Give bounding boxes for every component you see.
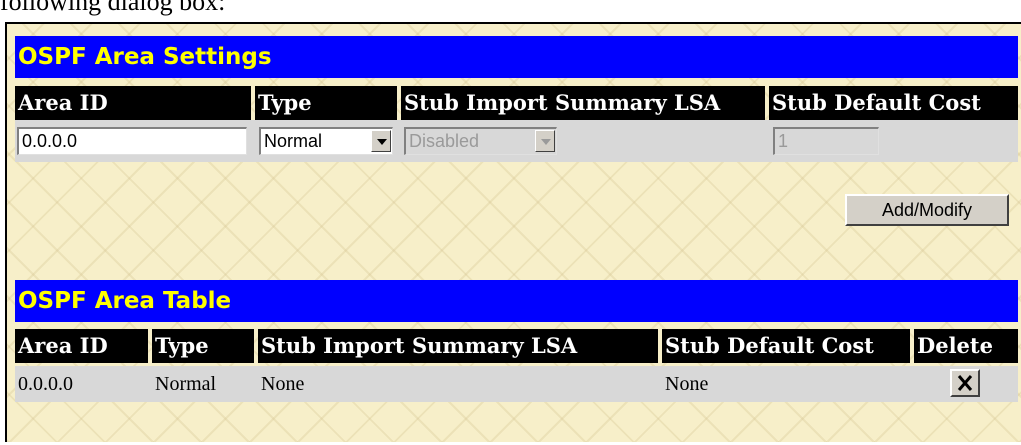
chevron-down-icon [535,130,555,152]
settings-col-type: Type [255,86,397,120]
type-select-value: Normal [264,131,323,151]
settings-title-bar: OSPF Area Settings [15,36,1018,78]
table-col-delete: Delete [914,329,1018,363]
stub-default-cost-input: 1 [773,127,879,155]
delete-button[interactable] [950,369,980,397]
row-type: Normal [155,373,217,395]
table-title: OSPF Area Table [18,288,232,314]
add-modify-button[interactable]: Add/Modify [845,194,1009,226]
row-stub-default-cost: None [665,373,709,395]
settings-col-area-id: Area ID [15,86,251,120]
table-col-type: Type [152,329,254,363]
table-title-bar: OSPF Area Table [15,280,1018,322]
stub-import-select-value: Disabled [409,131,480,151]
row-stub-import: None [261,373,305,395]
ospf-area-panel: OSPF Area Settings Area ID Type Stub Imp… [5,22,1021,442]
settings-title: OSPF Area Settings [18,44,272,70]
table-col-stub-import: Stub Import Summary LSA [258,329,658,363]
settings-col-stub-import: Stub Import Summary LSA [401,86,765,120]
settings-col-stub-default-cost: Stub Default Cost [769,86,1018,120]
table-col-stub-default-cost: Stub Default Cost [662,329,910,363]
chevron-down-icon[interactable] [371,130,391,152]
table-col-area-id: Area ID [15,329,148,363]
close-x-icon [957,375,973,391]
row-area-id: 0.0.0.0 [18,373,73,395]
table-row: 0.0.0.0 Normal None None [15,366,1018,402]
area-id-input[interactable]: 0.0.0.0 [17,127,247,155]
document-text: following dialog box: [0,0,226,16]
stub-import-select: Disabled [404,127,557,155]
type-select[interactable]: Normal [259,127,393,155]
